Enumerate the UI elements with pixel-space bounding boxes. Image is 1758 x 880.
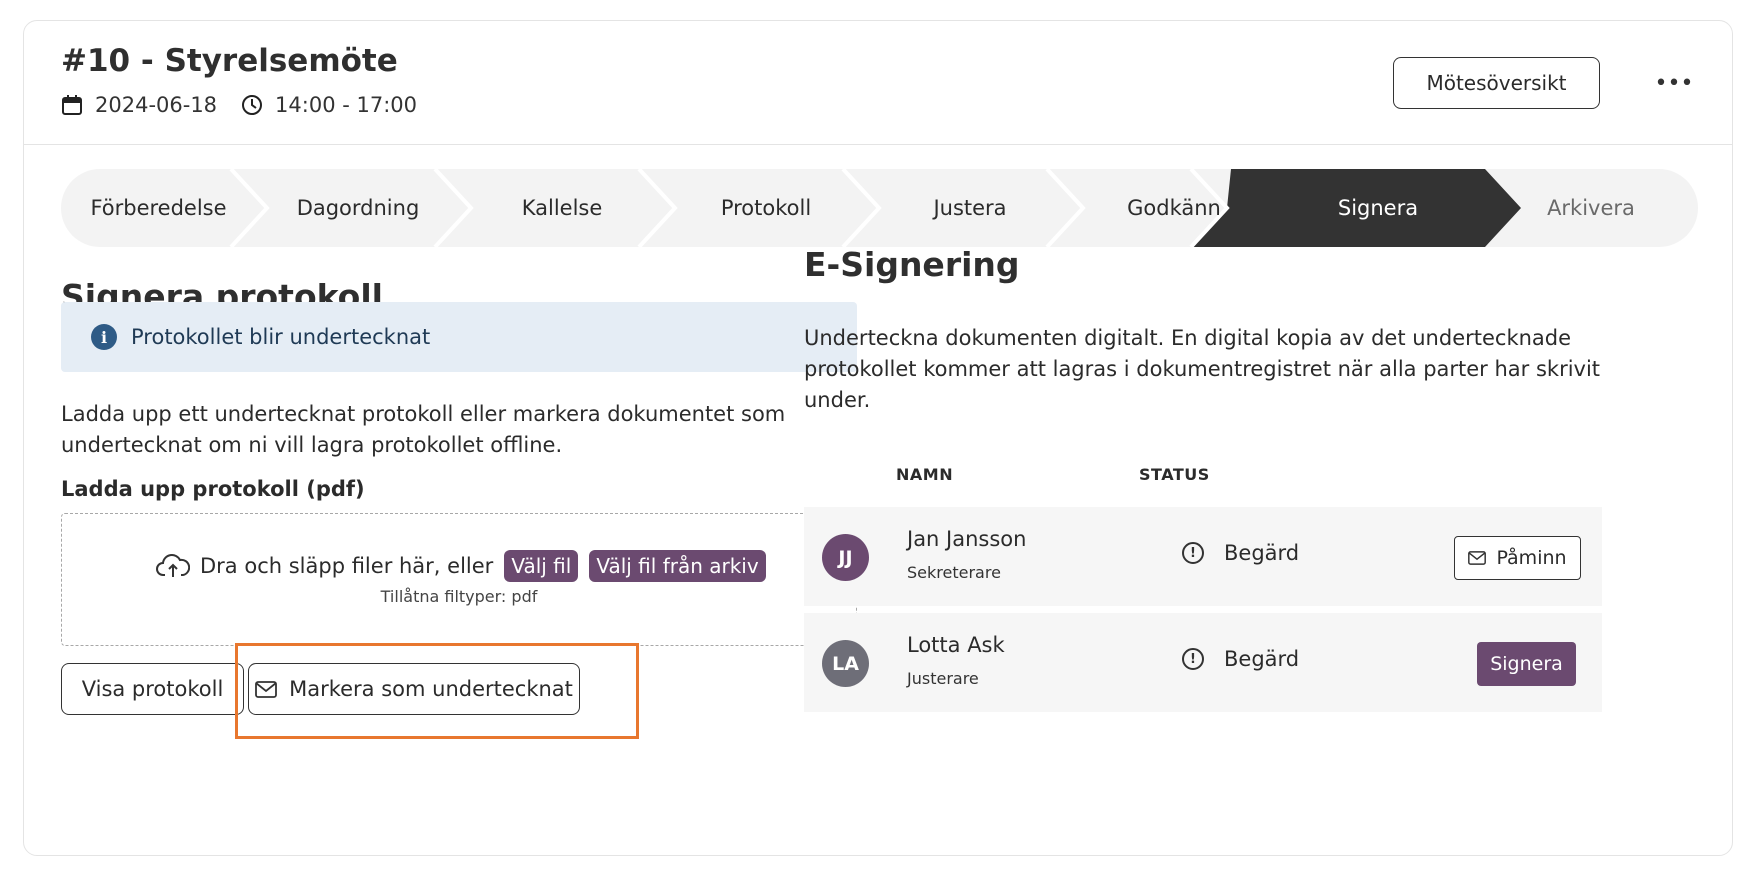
esign-description: Underteckna dokumenten digitalt. En digi… [804,323,1600,416]
meeting-overview-button[interactable]: Mötesöversikt [1393,57,1600,109]
esign-description-line1: Underteckna dokumenten digitalt. En digi… [804,326,1572,350]
allowed-file-types: Tillåtna filtyper: pdf [380,587,538,606]
page-title: #10 - Styrelsemöte [61,43,398,79]
drop-text: Dra och släpp filer här, eller [200,554,494,578]
cloud-upload-icon [156,554,190,577]
signer-status-text: Begärd [1224,647,1300,671]
step-kallelse[interactable]: Kallelse [460,169,664,247]
envelope-icon [255,680,277,698]
upload-label: Ladda upp protokoll (pdf) [61,477,365,501]
choose-from-archive-button[interactable]: Välj fil från arkiv [589,550,766,582]
meeting-header: #10 - Styrelsemöte 2024-06-18 14:00 - 17… [24,21,1732,145]
workflow-stepper: Förberedelse Dagordning Kallelse Protoko… [61,169,1698,247]
clock-icon [242,95,263,115]
signer-row: JJ Jan Jansson Sekreterare ! Begärd Påmi… [804,507,1602,606]
esign-description-line2: protokollet kommer att lagras i dokument… [804,357,1601,381]
remind-label: Påminn [1496,547,1567,569]
upload-description-line2: undertecknat om ni vill lagra protokolle… [61,433,563,457]
meeting-date: 2024-06-18 [95,93,218,117]
step-arkivera[interactable]: Arkivera [1496,169,1686,247]
upload-description-line1: Ladda upp ett undertecknat protokoll ell… [61,402,786,426]
step-godkann[interactable]: Godkänn [1072,169,1276,247]
step-protokoll[interactable]: Protokoll [664,169,868,247]
avatar: JJ [822,534,869,581]
column-header-status: STATUS [1139,465,1210,484]
exclamation-circle-icon: ! [1182,648,1204,670]
step-forberedelse[interactable]: Förberedelse [61,169,256,247]
dropzone-row: Dra och släpp filer här, eller Välj fil … [156,550,766,582]
signer-role: Sekreterare [907,563,1001,582]
meeting-meta: 2024-06-18 14:00 - 17:00 [61,93,417,117]
sign-button[interactable]: Signera [1477,642,1576,686]
mark-signed-button[interactable]: Markera som undertecknat [248,663,580,715]
info-text: Protokollet blir undertecknat [131,325,431,349]
esign-description-line3: under. [804,388,871,412]
calendar-icon [62,95,82,115]
signer-status-text: Begärd [1224,541,1300,565]
remind-button[interactable]: Påminn [1454,536,1581,580]
signer-status: ! Begärd [1182,647,1299,671]
upload-description: Ladda upp ett undertecknat protokoll ell… [61,399,785,461]
more-icon[interactable]: ••• [1654,71,1694,96]
signer-status: ! Begärd [1182,541,1299,565]
column-header-name: NAMN [896,465,954,484]
meeting-card: #10 - Styrelsemöte 2024-06-18 14:00 - 17… [23,20,1733,856]
file-dropzone[interactable]: Dra och släpp filer här, eller Välj fil … [61,513,857,646]
mark-signed-label: Markera som undertecknat [289,677,573,701]
show-protocol-button[interactable]: Visa protokoll [61,663,244,715]
step-dagordning[interactable]: Dagordning [256,169,460,247]
info-icon: i [91,324,117,350]
exclamation-circle-icon: ! [1182,542,1204,564]
choose-file-button[interactable]: Välj fil [504,550,579,582]
avatar: LA [822,640,869,687]
step-signera[interactable]: Signera [1276,169,1480,247]
signer-name: Lotta Ask [907,633,1005,657]
signer-name: Jan Jansson [907,527,1027,551]
meeting-time: 14:00 - 17:00 [275,93,418,117]
envelope-icon [1468,551,1487,565]
info-banner: i Protokollet blir undertecknat [61,302,857,372]
esign-heading: E-Signering [804,245,1020,284]
signer-row: LA Lotta Ask Justerare ! Begärd Signera [804,613,1602,712]
step-justera[interactable]: Justera [868,169,1072,247]
signer-role: Justerare [907,669,979,688]
